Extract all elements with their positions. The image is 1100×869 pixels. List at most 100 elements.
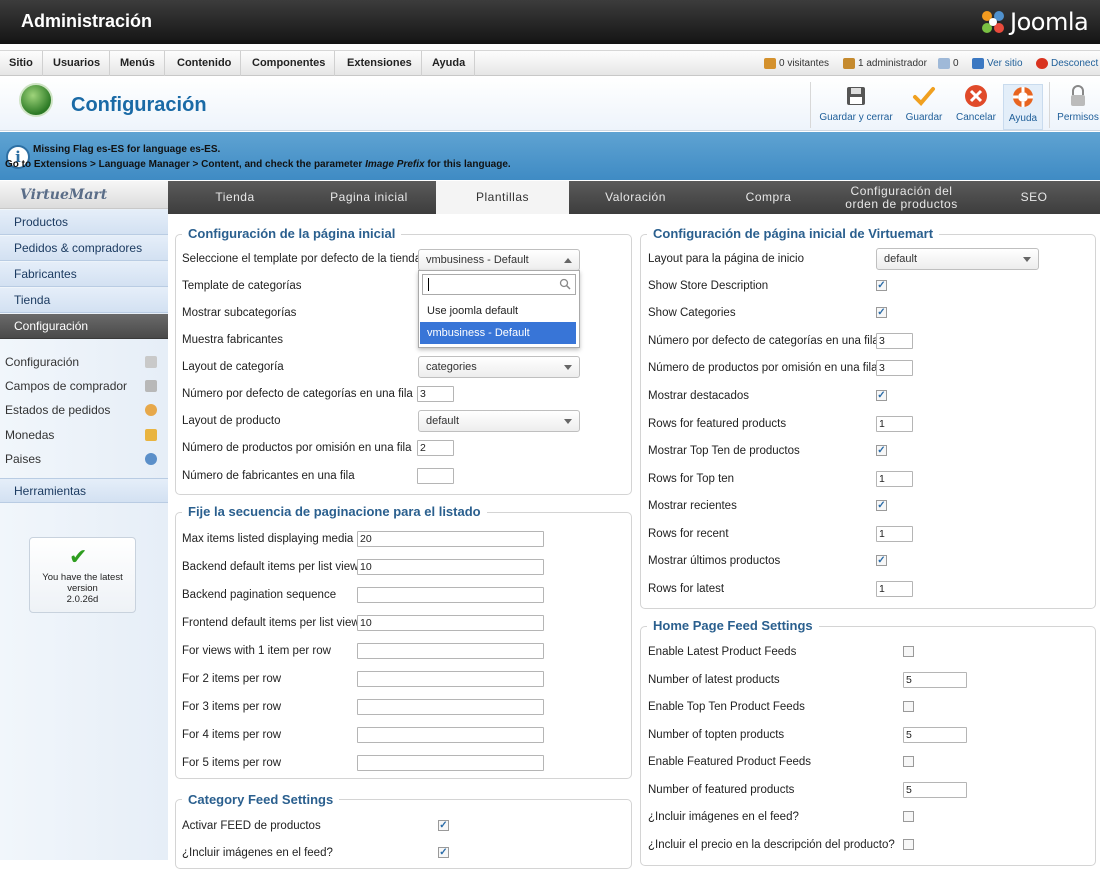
permissions-button[interactable]: Permisos (1056, 84, 1100, 130)
sidebar-item-configuracion[interactable]: Configuración (0, 314, 168, 339)
configuration-icon (19, 83, 53, 117)
tab-compra[interactable]: Compra (702, 181, 835, 214)
sidebar-item-fabricantes[interactable]: Fabricantes (0, 262, 168, 287)
option-checkbox[interactable]: ✓ (876, 280, 887, 291)
system-message (0, 132, 1100, 180)
categories-per-row-input[interactable]: 3 (417, 386, 454, 402)
messages-status[interactable]: 0 (938, 51, 959, 76)
message-line-1: Missing Flag es-ES for language es-ES. (33, 144, 221, 155)
feed-checkbox[interactable] (903, 756, 914, 767)
field-label: Show Store Description (648, 280, 769, 292)
menu-componentes[interactable]: Componentes (243, 51, 336, 76)
joomla-logo[interactable]: Joomla (980, 8, 1089, 36)
field-label: Rows for recent (648, 528, 729, 540)
tab-tienda[interactable]: Tienda (168, 181, 302, 214)
chevron-up-icon (564, 258, 572, 263)
category-layout-select[interactable]: categories (418, 356, 580, 378)
home-layout-select[interactable]: default (876, 248, 1039, 270)
option-checkbox[interactable]: ✓ (876, 307, 887, 318)
pagination-input[interactable]: 10 (357, 615, 544, 631)
product-layout-select[interactable]: default (418, 410, 580, 432)
field-label: Mostrar destacados (648, 390, 749, 402)
number-input[interactable]: 1 (876, 471, 913, 487)
number-input[interactable]: 3 (876, 333, 913, 349)
visitors-icon (764, 58, 776, 69)
menu-ayuda[interactable]: Ayuda (423, 51, 476, 76)
help-button[interactable]: Ayuda (1003, 84, 1043, 130)
toolbar-divider (810, 82, 811, 128)
option-checkbox[interactable]: ✓ (876, 390, 887, 401)
tab-valoracion[interactable]: Valoración (569, 181, 702, 214)
number-input[interactable]: 1 (876, 526, 913, 542)
template-select[interactable]: vmbusiness - Default (418, 249, 580, 271)
menu-sitio[interactable]: Sitio (0, 51, 43, 76)
tab-seo[interactable]: SEO (968, 181, 1100, 214)
menu-contenido[interactable]: Contenido (168, 51, 242, 76)
pagination-input[interactable] (357, 587, 544, 603)
products-per-row-input[interactable]: 2 (417, 440, 454, 456)
view-site-link[interactable]: Ver sitio (972, 51, 1023, 76)
joomla-logo-icon (982, 11, 1004, 33)
field-label: For 5 items per row (182, 757, 282, 769)
dropdown-option-selected[interactable]: vmbusiness - Default (420, 322, 576, 344)
tab-plantillas[interactable]: Plantillas (436, 181, 569, 214)
manufacturers-per-row-input[interactable] (417, 468, 454, 484)
save-button[interactable]: Guardar (902, 84, 946, 130)
feed-number-input[interactable]: 5 (903, 782, 967, 798)
option-checkbox[interactable]: ✓ (876, 445, 887, 456)
pagination-input[interactable] (357, 755, 544, 771)
tab-orden-productos[interactable]: Configuración del orden de productos (835, 181, 968, 214)
feed-number-input[interactable]: 5 (903, 727, 967, 743)
option-checkbox[interactable]: ✓ (876, 555, 887, 566)
sidebar-item-herramientas[interactable]: Herramientas (0, 478, 168, 503)
product-feed-checkbox[interactable]: ✓ (438, 820, 449, 831)
feed-images-checkbox[interactable]: ✓ (438, 847, 449, 858)
tools-icon (145, 356, 157, 368)
menu-extensiones[interactable]: Extensiones (338, 51, 422, 76)
save-close-button[interactable]: Guardar y cerrar (816, 84, 896, 130)
check-icon: ✔ (69, 544, 88, 569)
dropdown-option[interactable]: Use joomla default (420, 300, 576, 322)
menu-menus[interactable]: Menús (111, 51, 165, 76)
field-label: ¿Incluir el precio en la descripción del… (648, 839, 895, 851)
sidebar-subitem-estados[interactable]: Estados de pedidos (5, 400, 163, 420)
number-input[interactable]: 1 (876, 581, 913, 597)
feed-checkbox[interactable] (903, 839, 914, 850)
field-label: Mostrar recientes (648, 500, 737, 512)
dropdown-search-input[interactable] (422, 274, 576, 295)
field-label: Número por defecto de categorías en una … (648, 335, 879, 347)
sidebar-subitem-campos[interactable]: Campos de comprador (5, 376, 163, 396)
visitors-status: 0 visitantes (764, 51, 829, 76)
pagination-input[interactable]: 20 (357, 531, 544, 547)
logout-link[interactable]: Desconect (1036, 51, 1098, 76)
option-checkbox[interactable]: ✓ (876, 500, 887, 511)
lock-icon (1071, 85, 1085, 106)
number-input[interactable]: 3 (876, 360, 913, 376)
mail-icon (938, 58, 950, 69)
feed-number-input[interactable]: 5 (903, 672, 967, 688)
sidebar-item-tienda[interactable]: Tienda (0, 288, 168, 313)
feed-checkbox[interactable] (903, 701, 914, 712)
form-icon (145, 380, 157, 392)
pagination-input[interactable] (357, 643, 544, 659)
menu-usuarios[interactable]: Usuarios (44, 51, 111, 76)
sidebar-subitem-monedas[interactable]: Monedas (5, 425, 163, 445)
sidebar-item-productos[interactable]: Productos (0, 210, 168, 235)
field-label: Template de categorías (182, 280, 302, 292)
tab-pagina-inicial[interactable]: Pagina inicial (302, 181, 436, 214)
toolbar-divider (1049, 82, 1050, 128)
field-label: Layout de producto (182, 415, 281, 427)
pagination-input[interactable] (357, 699, 544, 715)
sidebar-subitem-paises[interactable]: Paises (5, 449, 163, 469)
cancel-button[interactable]: Cancelar (953, 84, 999, 130)
chevron-down-icon (564, 365, 572, 370)
sidebar-subitem-configuracion[interactable]: Configuración (5, 352, 163, 372)
pagination-input[interactable]: 10 (357, 559, 544, 575)
main-menubar: Sitio Usuarios Menús Contenido Component… (0, 50, 1100, 76)
number-input[interactable]: 1 (876, 416, 913, 432)
pagination-input[interactable] (357, 727, 544, 743)
sidebar-item-pedidos[interactable]: Pedidos & compradores (0, 236, 168, 261)
feed-checkbox[interactable] (903, 646, 914, 657)
feed-checkbox[interactable] (903, 811, 914, 822)
pagination-input[interactable] (357, 671, 544, 687)
